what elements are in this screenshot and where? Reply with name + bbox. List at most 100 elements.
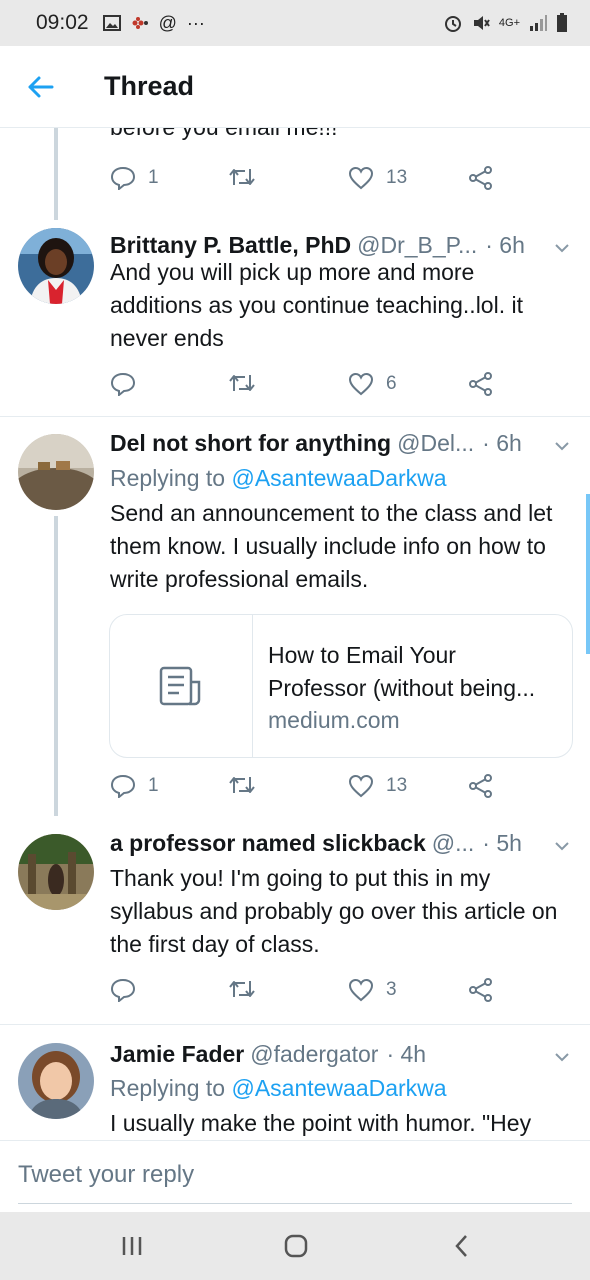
share-button[interactable]: [468, 372, 494, 396]
share-icon: [469, 166, 492, 190]
replying-prefix: Replying to: [110, 1075, 232, 1101]
tweet-text: Thank you! I'm going to put this in my s…: [110, 865, 558, 957]
back-arrow-icon: [28, 76, 54, 97]
tweet-time: · 5h: [482, 830, 522, 856]
heart-icon: [348, 978, 374, 1002]
avatar[interactable]: [18, 1043, 94, 1119]
system-nav-bar: [0, 1212, 590, 1280]
avatar[interactable]: [18, 834, 94, 910]
reply-button[interactable]: [110, 978, 136, 1002]
tweet-menu-button[interactable]: [542, 1041, 570, 1068]
share-button[interactable]: [468, 774, 494, 798]
tweet[interactable]: Del not short for anything @Del... · 6h …: [0, 417, 590, 817]
link-card[interactable]: How to Email Your Professor (without bei…: [109, 614, 573, 758]
retweet-icon: [229, 981, 255, 997]
recent-apps-button[interactable]: [102, 1226, 162, 1266]
tweet-actions: 1 13: [110, 166, 510, 196]
retweet-button[interactable]: [228, 978, 256, 1000]
mention-link[interactable]: @AsantewaaDarkwa: [231, 1075, 446, 1101]
author-name[interactable]: Del not short for anything: [110, 430, 391, 457]
reply-input[interactable]: Tweet your reply: [18, 1161, 194, 1189]
tweet-menu-button[interactable]: [542, 232, 570, 259]
status-time: 09:02: [36, 11, 89, 34]
tweet-actions: 6: [110, 372, 510, 402]
author-name[interactable]: Brittany P. Battle, PhD: [110, 232, 351, 259]
signal-icon: [530, 15, 547, 31]
retweet-button[interactable]: [228, 372, 256, 394]
home-button[interactable]: [266, 1226, 326, 1266]
tweet-menu-button[interactable]: [542, 830, 570, 857]
system-back-button[interactable]: [432, 1226, 492, 1266]
tweet-header: a professor named slickback @... · 5h: [110, 830, 570, 857]
reply-icon: [110, 372, 136, 396]
reply-icon: [110, 166, 136, 190]
author-handle[interactable]: @Dr_B_P...: [357, 232, 477, 259]
like-button[interactable]: 6: [348, 372, 397, 396]
mention-link[interactable]: @AsantewaaDarkwa: [231, 465, 446, 491]
author-handle[interactable]: @fadergator: [250, 1041, 378, 1068]
like-count: 3: [386, 979, 397, 1000]
chevron-down-icon: [555, 1053, 569, 1062]
tweet[interactable]: Jamie Fader @fadergator · 4h Replying to…: [0, 1025, 590, 1140]
mute-icon: [473, 16, 490, 30]
article-icon: [159, 666, 201, 706]
tweet-text: I usually make the point with humor. "He…: [110, 1110, 532, 1136]
retweet-icon: [229, 777, 255, 793]
like-count: 13: [386, 167, 408, 188]
tweet-time: · 4h: [386, 1041, 427, 1067]
replying-to: Replying to @AsantewaaDarkwa: [110, 1075, 447, 1102]
tweet-menu-button[interactable]: [542, 430, 570, 457]
tweet-text: Send an announcement to the class and le…: [110, 500, 553, 592]
reply-button[interactable]: [110, 372, 136, 396]
retweet-button[interactable]: [228, 166, 256, 188]
reply-icon: [110, 978, 136, 1002]
status-system-icons: 4G+: [443, 13, 568, 33]
avatar[interactable]: [18, 434, 94, 510]
replying-to: Replying to @AsantewaaDarkwa: [110, 465, 447, 492]
at-sign-icon: @: [158, 12, 177, 33]
reply-composer[interactable]: Tweet your reply: [0, 1140, 590, 1212]
share-icon: [469, 372, 492, 396]
tweet-header: Del not short for anything @Del... · 6h: [110, 430, 570, 457]
author-handle[interactable]: @Del...: [397, 430, 474, 457]
tweet[interactable]: Brittany P. Battle, PhD @Dr_B_P... · 6h …: [0, 220, 590, 416]
author-name[interactable]: a professor named slickback: [110, 830, 426, 857]
reply-button[interactable]: 1: [110, 166, 159, 190]
tweet-text: And you will pick up more and more addit…: [110, 259, 523, 351]
chevron-down-icon: [555, 442, 569, 451]
tweet[interactable]: a professor named slickback @... · 5h Th…: [0, 818, 590, 1023]
app-notification-icon: [132, 17, 148, 29]
like-button[interactable]: 13: [348, 774, 407, 798]
share-button[interactable]: [468, 978, 494, 1002]
retweet-button[interactable]: [228, 774, 256, 796]
heart-icon: [348, 774, 374, 798]
retweet-icon: [229, 169, 255, 185]
chevron-down-icon: [555, 244, 569, 253]
link-card-domain: medium.com: [268, 707, 400, 733]
tweet-actions: 3: [110, 978, 510, 1008]
thread-feed[interactable]: before you email me!!! 1 13 Brittany P. …: [0, 128, 590, 1140]
status-notification-icons: @ ···: [102, 12, 205, 34]
reply-icon: [110, 774, 136, 798]
scrollbar[interactable]: [586, 494, 590, 654]
share-button[interactable]: [468, 166, 494, 190]
tweet-time: · 6h: [485, 232, 525, 258]
chevron-down-icon: [555, 842, 569, 851]
avatar[interactable]: [18, 228, 94, 304]
status-bar: 09:02 @ ··· 4G+: [0, 0, 590, 46]
link-card-title: How to Email Your Professor (without bei…: [268, 642, 536, 701]
retweet-icon: [229, 375, 255, 391]
link-card-thumbnail: [110, 615, 253, 757]
author-handle[interactable]: @...: [432, 830, 475, 857]
back-button[interactable]: [0, 46, 80, 128]
reply-button[interactable]: 1: [110, 774, 159, 798]
like-count: 13: [386, 775, 408, 796]
tweet-header: Brittany P. Battle, PhD @Dr_B_P... · 6h: [110, 232, 570, 259]
alarm-icon: [444, 16, 461, 32]
share-icon: [469, 978, 492, 1002]
like-button[interactable]: 13: [348, 166, 407, 190]
reply-count: 1: [148, 167, 159, 188]
heart-icon: [348, 166, 374, 190]
author-name[interactable]: Jamie Fader: [110, 1041, 244, 1068]
like-button[interactable]: 3: [348, 978, 397, 1002]
